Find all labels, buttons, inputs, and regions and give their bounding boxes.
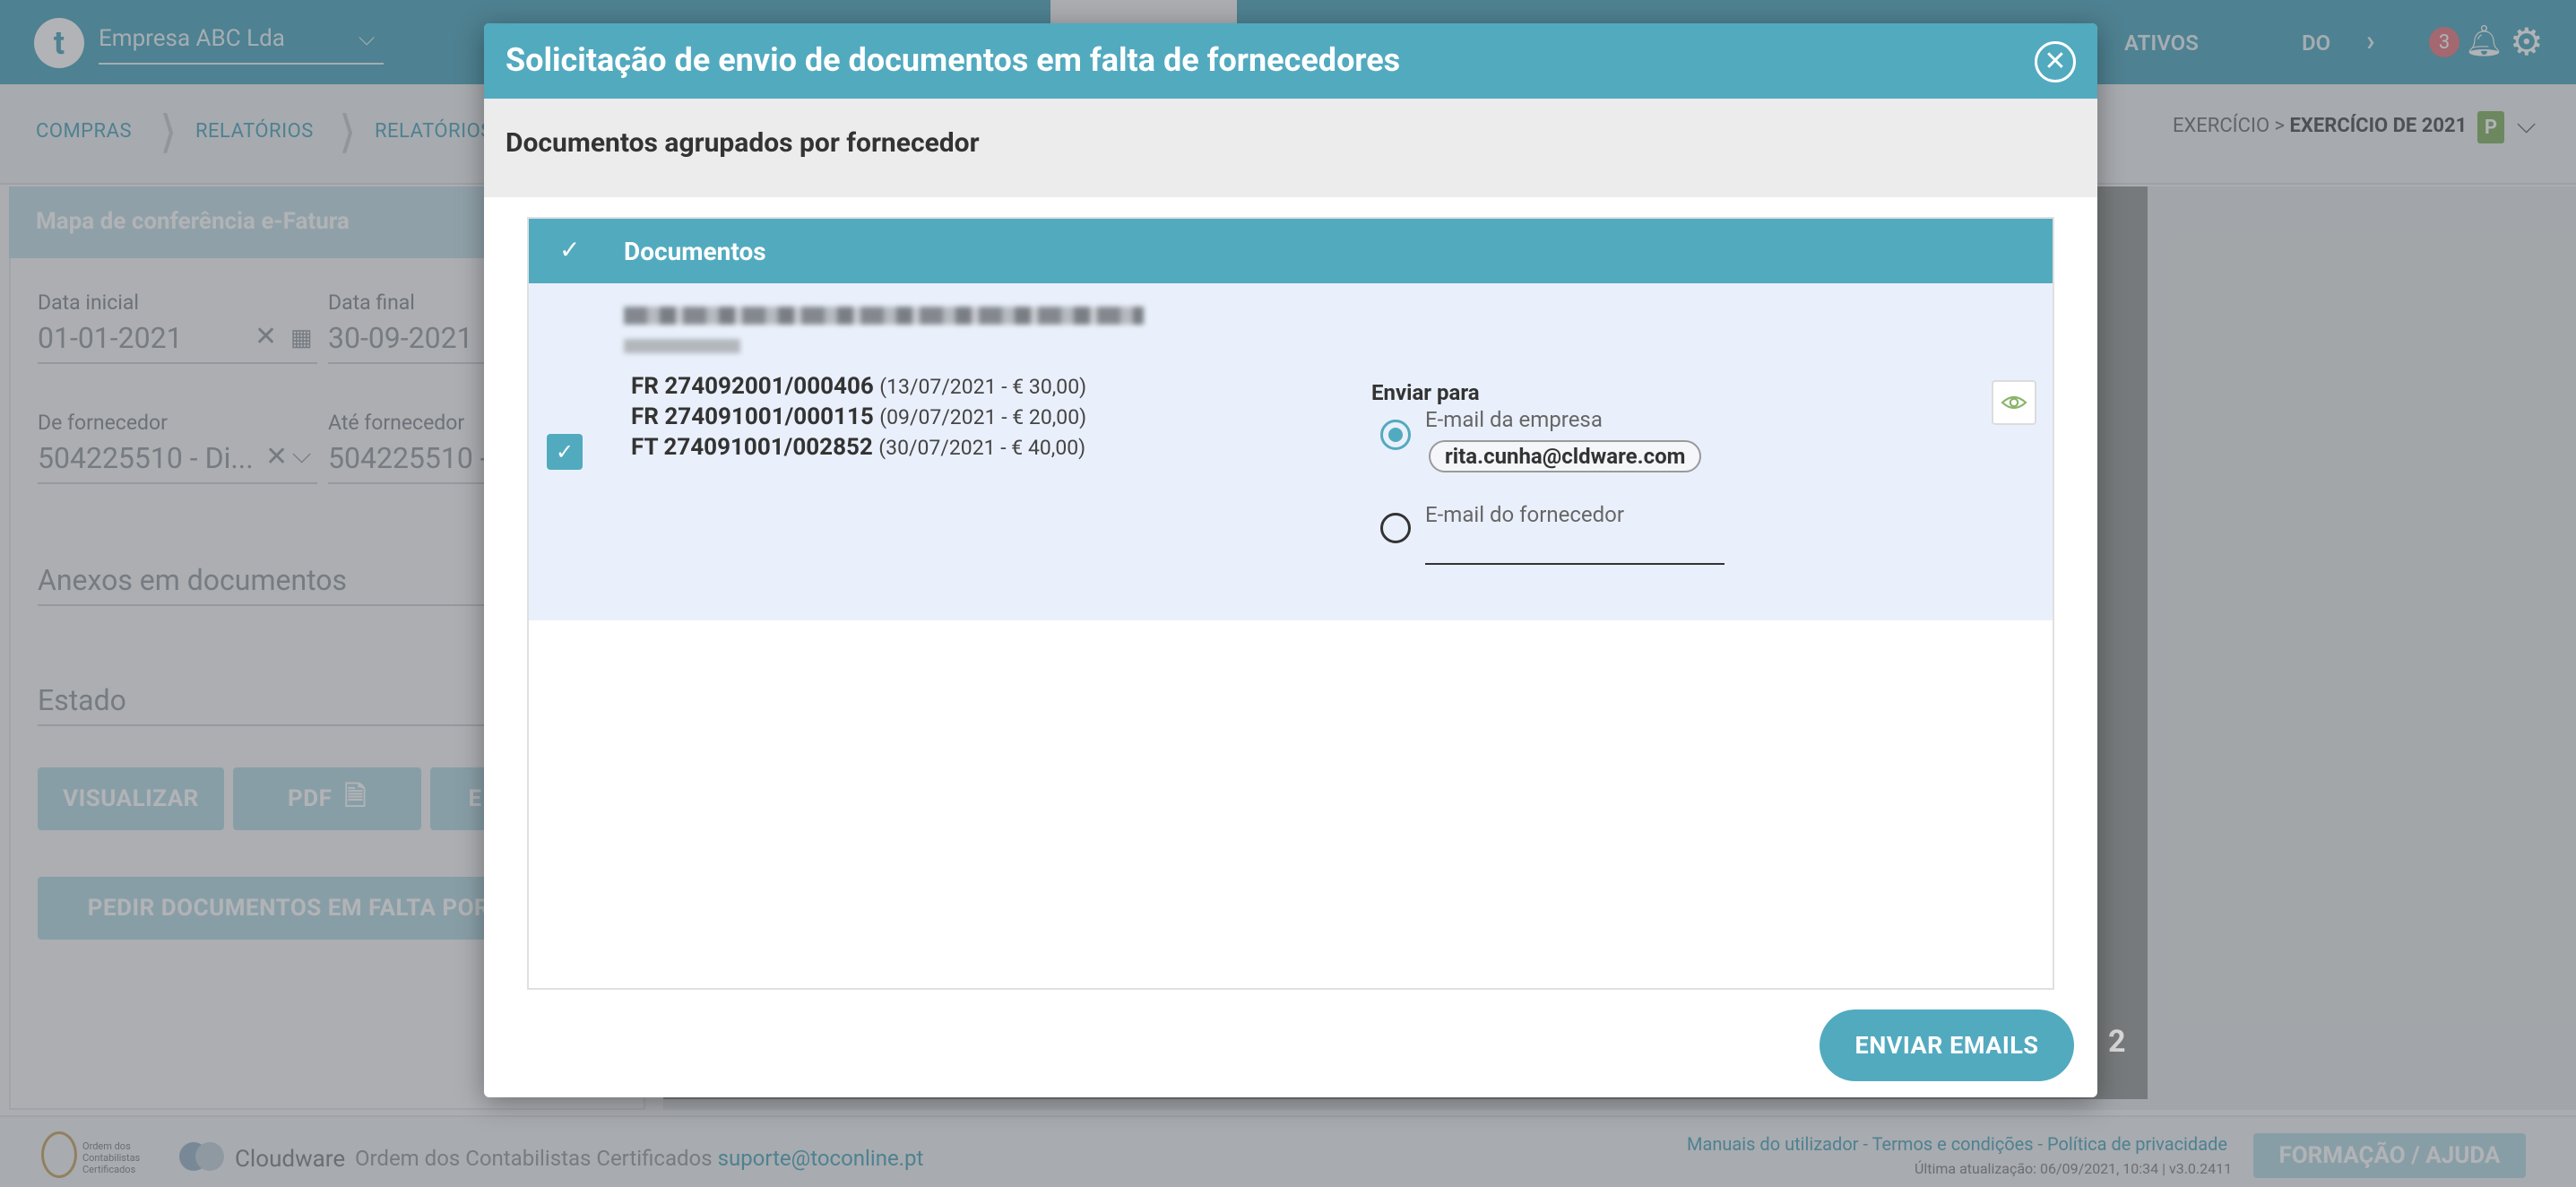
- company-email-label: E-mail da empresa: [1425, 407, 1603, 432]
- table-header: ✓ Documentos: [529, 219, 2053, 283]
- document-detail: (13/07/2021 - € 30,00): [879, 375, 1087, 399]
- document-number: FR 274091001/000115: [631, 403, 874, 430]
- modal-title: Solicitação de envio de documentos em fa…: [506, 41, 1401, 79]
- missing-documents-modal: Solicitação de envio de documentos em fa…: [484, 23, 2097, 1097]
- modal-subtitle: Documentos agrupados por fornecedor: [506, 127, 980, 159]
- send-to-label: Enviar para: [1371, 380, 1480, 405]
- supplier-email-input[interactable]: [1425, 563, 1725, 565]
- page-number: 2: [2108, 1024, 2126, 1060]
- document-number: FR 274092001/000406: [631, 373, 874, 400]
- table-row: ✓ FR 274092001/000406 (13/07/2021 - € 30…: [529, 283, 2053, 620]
- document-line: FR 274092001/000406 (13/07/2021 - € 30,0…: [631, 373, 1086, 400]
- send-emails-button[interactable]: ENVIAR EMAILS: [1820, 1009, 2074, 1081]
- company-email-chip[interactable]: rita.cunha@cldware.com: [1429, 440, 1702, 472]
- modal-header: Solicitação de envio de documentos em fa…: [484, 23, 2097, 99]
- close-icon[interactable]: ✕: [2035, 41, 2076, 82]
- document-detail: (09/07/2021 - € 20,00): [879, 405, 1087, 429]
- document-detail: (30/07/2021 - € 40,00): [878, 436, 1086, 460]
- documents-table: ✓ Documentos ✓ FR 274092001/000406 (13/0…: [527, 217, 2054, 990]
- row-checkbox[interactable]: ✓: [547, 434, 583, 470]
- supplier-email-label: E-mail do fornecedor: [1425, 502, 1624, 527]
- supplier-email-radio[interactable]: [1380, 513, 1411, 543]
- eye-icon: [2001, 395, 2027, 410]
- select-all-check-icon[interactable]: ✓: [559, 235, 580, 264]
- preview-button[interactable]: [1992, 380, 2036, 425]
- redacted-supplier-name: [624, 307, 1144, 325]
- redacted-supplier-id: [624, 339, 740, 353]
- document-line: FR 274091001/000115 (09/07/2021 - € 20,0…: [631, 403, 1086, 430]
- document-line: FT 274091001/002852 (30/07/2021 - € 40,0…: [631, 434, 1085, 461]
- modal-subheader: Documentos agrupados por fornecedor: [484, 99, 2097, 197]
- document-number: FT 274091001/002852: [631, 434, 873, 461]
- company-email-radio[interactable]: [1380, 420, 1411, 450]
- table-header-label: Documentos: [624, 237, 766, 266]
